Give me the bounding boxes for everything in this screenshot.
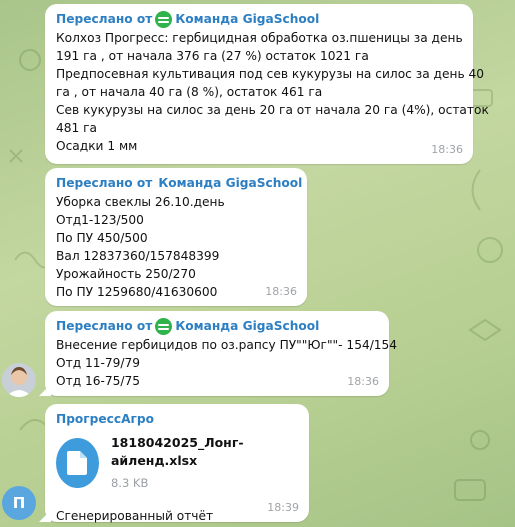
message-line: Отд 16-75/75 (56, 374, 141, 388)
sender-avatar[interactable]: П (2, 486, 36, 520)
message-line: По ПУ 450/500 (56, 231, 148, 245)
message-line: Отд1-123/500 (56, 213, 144, 227)
message-time: 18:36 (265, 285, 297, 298)
message-line: Предпосевная культивация под сев кукуруз… (56, 67, 485, 81)
message-line: Уборка свеклы 26.10.день (56, 195, 225, 209)
message-bubble-3[interactable]: Переслано от Команда GigaSchool Внесение… (39, 311, 398, 396)
message-line: Отд 11-79/79 (56, 356, 141, 370)
message-line: Сев кукурузы на силос за день 20 га от н… (56, 103, 489, 117)
message-bubble-file[interactable]: ПрогрессАгро 1818042025_Лонг-айленд.xlsx… (39, 404, 309, 523)
message-line: Внесение гербицидов по оз.рапсу ПУ""Юг""… (56, 338, 398, 352)
child-photo-icon (2, 363, 36, 397)
message-line: Колхоз Прогресс: гербицидная обработка о… (56, 31, 463, 45)
file-attachment[interactable]: 1818042025_Лонг-айленд.xlsx 8.3 KB (56, 434, 299, 492)
forwarded-prefix: Переслано от (56, 176, 153, 190)
gigaschool-logo-icon (155, 10, 173, 28)
message-line: Осадки 1 мм (56, 139, 138, 153)
gigaschool-logo-icon (155, 317, 173, 335)
message-bubble-2[interactable]: Переслано от Команда GigaSchool Уборка с… (45, 168, 307, 306)
forwarded-source[interactable]: Команда GigaSchool (158, 174, 302, 192)
message-time: 18:39 (267, 501, 299, 514)
message-line: Вал 12837360/157848399 (56, 249, 220, 263)
message-time: 18:36 (347, 375, 379, 388)
forwarded-source[interactable]: Команда GigaSchool (175, 317, 319, 335)
file-name[interactable]: 1818042025_Лонг-айленд.xlsx (111, 434, 299, 470)
message-line: 481 га (56, 121, 98, 135)
message-line: Урожайность 250/270 (56, 267, 196, 281)
forwarded-prefix: Переслано от (56, 12, 153, 26)
file-size: 8.3 KB (110, 476, 149, 490)
forwarded-header[interactable]: Переслано от Команда GigaSchool (56, 10, 463, 28)
forwarded-header[interactable]: Переслано от Команда GigaSchool (56, 317, 379, 335)
forwarded-prefix: Переслано от (56, 319, 153, 333)
forwarded-source[interactable]: Команда GigaSchool (175, 10, 319, 28)
message-caption: Сгенерированный отчёт (56, 509, 214, 523)
message-bubble-1[interactable]: Переслано от Команда GigaSchool Колхоз П… (45, 4, 489, 164)
forwarded-header[interactable]: Переслано от Команда GigaSchool (56, 174, 302, 192)
message-time: 18:36 (431, 143, 463, 156)
sender-name[interactable]: ПрогрессАгро (56, 410, 299, 428)
message-line: 191 га , от начала 376 га (27 %) остаток… (56, 49, 369, 63)
avatar-letter: П (12, 494, 26, 512)
document-icon (67, 451, 88, 475)
message-line: га , от начала 40 га (8 %), остаток 461 … (56, 85, 323, 99)
message-line: По ПУ 1259680/41630600 (56, 285, 218, 299)
sender-avatar-photo[interactable] (2, 363, 36, 397)
file-icon[interactable] (56, 438, 99, 488)
